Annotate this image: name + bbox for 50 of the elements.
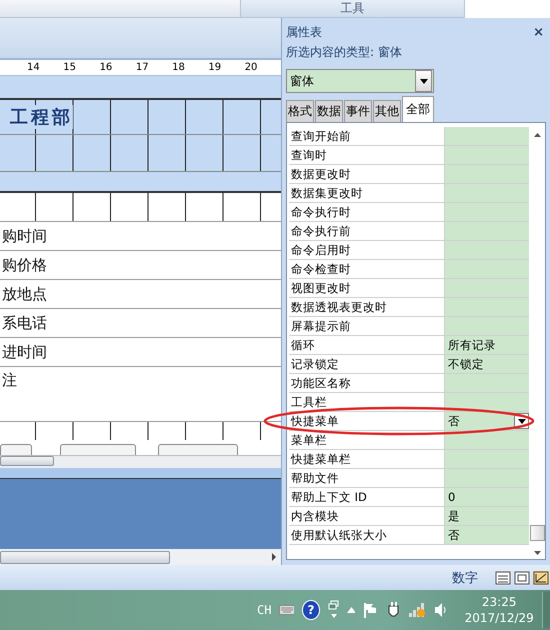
tab[interactable]: 数据: [315, 100, 343, 122]
help-icon[interactable]: ?: [302, 600, 320, 620]
speaker-icon[interactable]: [434, 602, 447, 618]
scrollbar-thumb[interactable]: [0, 550, 170, 564]
status-text: 数字: [452, 570, 478, 586]
field-label[interactable]: 购价格: [2, 256, 47, 274]
object-select[interactable]: 窗体: [286, 69, 434, 93]
dropdown-arrow-icon: [518, 418, 526, 424]
header-title: 工程部: [10, 105, 73, 129]
scrollbar[interactable]: [0, 455, 281, 468]
field-label[interactable]: 系电话: [2, 314, 47, 332]
dropdown-arrow-icon: [420, 78, 428, 84]
field-label[interactable]: 进时间: [2, 342, 47, 362]
property-value[interactable]: 所有记录: [445, 336, 529, 354]
form-button[interactable]: [158, 444, 238, 455]
tools-tab[interactable]: 工具: [240, 0, 465, 18]
field-label[interactable]: 购时间: [2, 226, 47, 246]
panel-title: 属性表: [286, 24, 322, 40]
form-button[interactable]: [60, 444, 136, 455]
layout-view-icon[interactable]: [514, 570, 530, 584]
property-value[interactable]: 是: [445, 507, 529, 525]
close-button[interactable]: ×: [533, 24, 546, 40]
form-button[interactable]: [0, 444, 32, 455]
form-view-icon[interactable]: [495, 570, 511, 584]
field-label[interactable]: 放地点: [2, 284, 47, 304]
property-value[interactable]: 否: [445, 526, 529, 544]
tab[interactable]: 事件: [344, 100, 372, 122]
down-arrow-icon[interactable]: [534, 551, 540, 555]
up-arrow-icon[interactable]: [534, 133, 540, 137]
field-label[interactable]: 注: [2, 371, 17, 390]
property-value[interactable]: [445, 393, 529, 411]
scrollbar[interactable]: [0, 549, 281, 565]
selection-type-label: 所选内容的类型: 窗体: [286, 44, 403, 61]
right-arrow-icon[interactable]: [271, 553, 277, 561]
property-value[interactable]: 0: [445, 488, 529, 506]
tab[interactable]: 全部: [402, 96, 434, 122]
property-value[interactable]: [445, 431, 529, 449]
tab[interactable]: 其他: [373, 100, 401, 122]
ruler: 14 15 16 17 18 19 20: [0, 60, 281, 76]
signal-icon[interactable]: [408, 602, 426, 618]
scrollbar-thumb[interactable]: [0, 456, 54, 466]
keyboard-icon[interactable]: [279, 605, 294, 615]
show-desktop-button[interactable]: [542, 592, 550, 628]
windows-icon[interactable]: [328, 600, 339, 620]
tab[interactable]: 格式: [286, 100, 314, 122]
property-value[interactable]: 不锁定: [445, 355, 529, 373]
scrollbar-thumb[interactable]: [530, 525, 544, 541]
power-plug-icon[interactable]: [386, 601, 400, 619]
design-view-icon[interactable]: [533, 570, 549, 584]
flag-icon[interactable]: [363, 602, 378, 618]
